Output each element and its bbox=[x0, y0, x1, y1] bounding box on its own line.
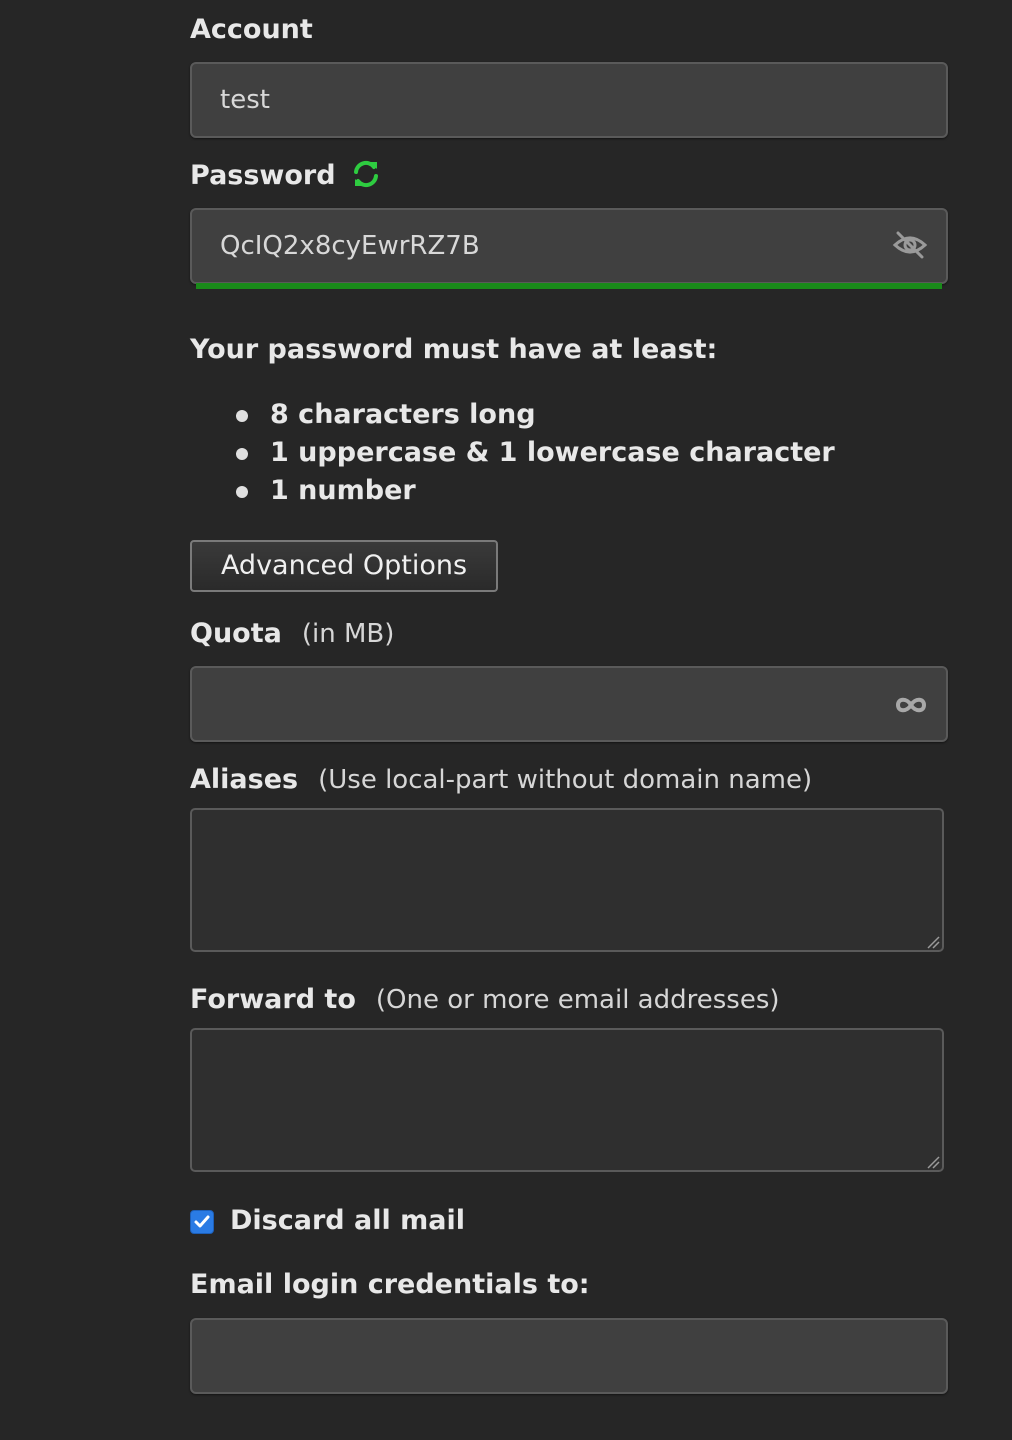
advanced-options-button[interactable]: Advanced Options bbox=[190, 540, 498, 592]
password-value: QcIQ2x8cyEwrRZ7B bbox=[220, 231, 480, 261]
quota-label-text: Quota bbox=[190, 618, 282, 649]
quota-input[interactable] bbox=[190, 666, 948, 742]
password-strength-bar bbox=[196, 283, 942, 289]
bullet bbox=[236, 448, 248, 460]
email-credentials-label: Email login credentials to: bbox=[190, 1268, 590, 1302]
refresh-icon[interactable] bbox=[351, 159, 381, 189]
account-value: test bbox=[220, 85, 270, 115]
infinity-icon bbox=[894, 696, 928, 718]
discard-checkbox[interactable] bbox=[190, 1210, 214, 1234]
account-input[interactable]: test bbox=[190, 62, 948, 138]
aliases-textarea[interactable] bbox=[190, 808, 944, 952]
quota-hint: (in MB) bbox=[301, 619, 395, 649]
resize-handle-icon[interactable] bbox=[926, 1154, 940, 1169]
password-requirements-list: 8 characters long 1 uppercase & 1 lowerc… bbox=[190, 396, 835, 510]
password-label: Password bbox=[190, 159, 381, 193]
discard-label[interactable]: Discard all mail bbox=[230, 1204, 465, 1238]
list-item: 8 characters long bbox=[190, 396, 835, 434]
forward-label: Forward to (One or more email addresses) bbox=[190, 983, 780, 1017]
list-item: 1 number bbox=[190, 472, 835, 510]
account-label: Account bbox=[190, 13, 313, 47]
resize-handle-icon[interactable] bbox=[926, 934, 940, 949]
password-requirements-title: Your password must have at least: bbox=[190, 334, 718, 365]
forward-label-text: Forward to bbox=[190, 984, 356, 1015]
bullet bbox=[236, 486, 248, 498]
eye-slash-icon[interactable] bbox=[892, 230, 928, 264]
quota-label: Quota (in MB) bbox=[190, 617, 394, 651]
aliases-hint: (Use local-part without domain name) bbox=[318, 765, 813, 795]
password-label-text: Password bbox=[190, 160, 336, 191]
aliases-label: Aliases (Use local-part without domain na… bbox=[190, 763, 812, 797]
email-credentials-input[interactable] bbox=[190, 1318, 948, 1394]
check-icon bbox=[194, 1215, 210, 1228]
forward-hint: (One or more email addresses) bbox=[375, 985, 780, 1015]
password-input[interactable]: QcIQ2x8cyEwrRZ7B bbox=[190, 208, 948, 284]
forward-textarea[interactable] bbox=[190, 1028, 944, 1172]
aliases-label-text: Aliases bbox=[190, 764, 299, 795]
account-label-text: Account bbox=[190, 14, 313, 45]
list-item: 1 uppercase & 1 lowercase character bbox=[190, 434, 835, 472]
bullet bbox=[236, 410, 248, 422]
requirement-text: 1 number bbox=[270, 475, 416, 506]
email-credentials-label-text: Email login credentials to: bbox=[190, 1269, 590, 1300]
requirement-text: 8 characters long bbox=[270, 399, 536, 430]
requirement-text: 1 uppercase & 1 lowercase character bbox=[270, 437, 835, 468]
